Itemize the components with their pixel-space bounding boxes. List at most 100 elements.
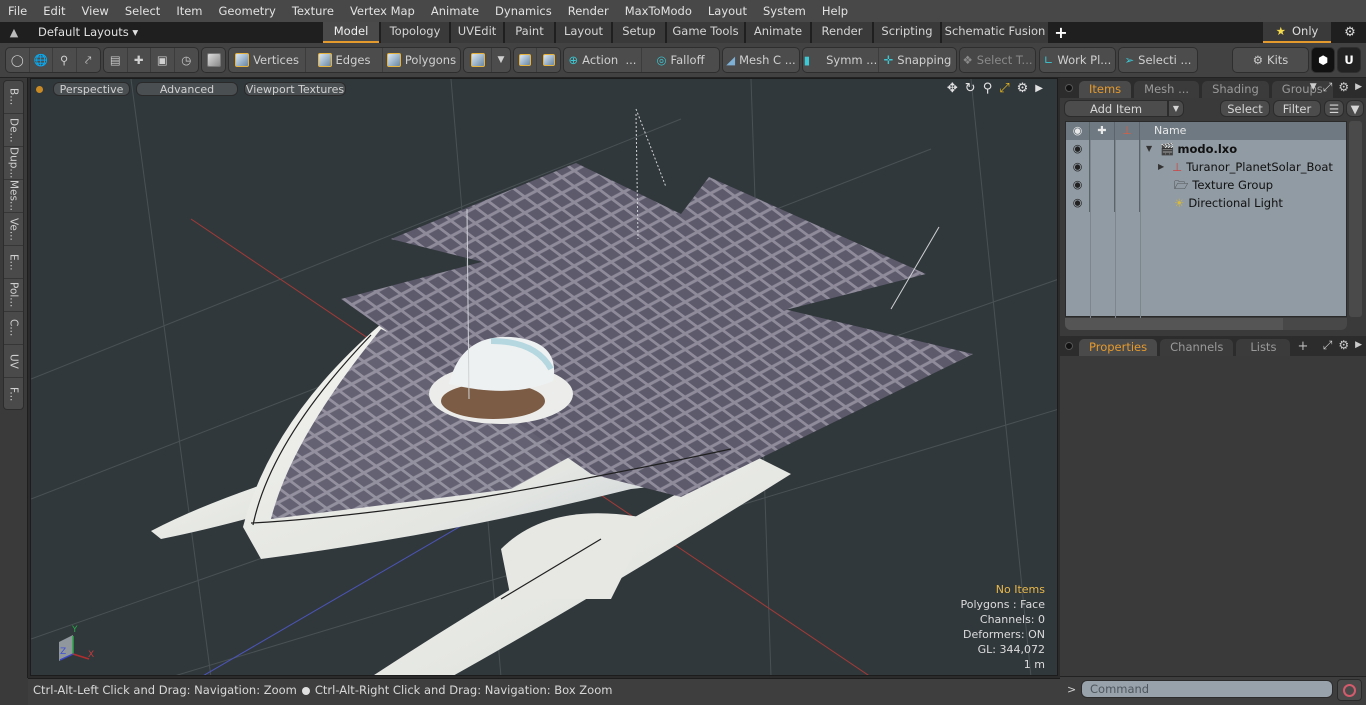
work-plane-button[interactable]: ∟ Work Pl... [1040,48,1115,72]
globe-tool-icon[interactable]: 🌐 [30,48,53,72]
panel-more-arrow-icon[interactable]: ▶ [1355,80,1362,95]
left-tab-deform[interactable]: De... [4,114,23,147]
kits-button[interactable]: ⚙ Kits [1233,48,1308,72]
viewport-scene[interactable] [31,79,1058,676]
tab-properties[interactable]: Properties [1079,339,1158,356]
tree-row-boat-mesh[interactable]: ◉ ▶ ⊥ Turanor_PlanetSolar_Boat [1066,158,1346,176]
panel-maximize-icon[interactable]: ⤢ [1323,338,1333,353]
menu-geometry[interactable]: Geometry [211,0,284,22]
visibility-eye-icon[interactable]: ◉ [1066,158,1090,176]
add-item-dropdown-chevron-icon[interactable]: ▼ [1168,100,1184,117]
panel-options-dot-icon[interactable] [1065,84,1073,92]
left-tab-edge[interactable]: E... [4,246,23,279]
snapping-button[interactable]: ✛ Snapping [879,48,956,72]
left-tab-vertex[interactable]: Ve... [4,213,23,246]
maximize-viewport-icon[interactable]: ⤢ [999,81,1009,97]
action-center-button[interactable]: ⊕ Action ... [564,48,642,72]
visibility-eye-icon[interactable]: ◉ [1066,194,1090,212]
menu-system[interactable]: System [755,0,814,22]
tab-items[interactable]: Items [1079,81,1132,98]
menu-file[interactable]: File [0,0,35,22]
left-tab-duplicate[interactable]: Dup... [4,147,23,180]
tree-row-modo-lxo[interactable]: ◉ ▼ 🎬 modo.lxo [1066,140,1346,158]
mesh-constraint-button[interactable]: ◢ Mesh C ... [723,48,799,72]
add-layout-tab-button[interactable]: + [1050,22,1072,43]
panel-gear-icon[interactable]: ⚙ [1338,338,1349,353]
unwrap-cross-icon[interactable]: ✚ [128,48,151,72]
tab-game-tools[interactable]: Game Tools [667,22,744,43]
menu-animate[interactable]: Animate [423,0,487,22]
menu-maxtomodo[interactable]: MaxToModo [617,0,700,22]
visibility-eye-icon[interactable]: ◉ [1066,140,1090,158]
ref-column-axes-icon[interactable]: ⊥ [1115,122,1140,140]
box-circle-icon[interactable]: ▣ [151,48,175,72]
symmetry-button[interactable]: ▮ Symm ... [803,48,879,72]
menu-select[interactable]: Select [117,0,168,22]
filter-button[interactable]: Filter [1273,100,1321,117]
tree-row-texture-group[interactable]: ◉ 🗁 Texture Group [1066,176,1346,194]
rotate-view-icon[interactable]: ↻ [965,81,976,97]
selection-sets-button[interactable]: ➢ Selecti ... [1119,48,1197,72]
panel-gear-icon[interactable]: ⚙ [1338,80,1349,95]
unreal-button[interactable]: U [1337,47,1361,73]
layout-settings-gear-icon[interactable]: ⚙ [1339,22,1361,43]
shading-mode-button[interactable]: Advanced [136,82,238,96]
tab-model[interactable]: Model [323,22,379,43]
tab-topology[interactable]: Topology [381,22,449,43]
panel-options-dot-icon[interactable] [1065,342,1073,350]
mode-dropdown-chevron-icon[interactable]: ▼ [492,48,510,72]
pen-tool-icon[interactable]: ⚲ [53,48,77,72]
funnel-filter-icon[interactable]: ▼ [1346,100,1364,117]
viewport-options-dot-icon[interactable] [36,85,43,93]
name-column-header[interactable]: Name [1140,122,1186,140]
dial-tool-icon[interactable]: ◷ [175,48,198,72]
sphere-tool-icon[interactable]: ◯ [6,48,30,72]
items-horizontal-scrollbar[interactable] [1065,318,1347,330]
left-tab-fusion[interactable]: F... [4,378,23,411]
viewport-settings-gear-icon[interactable]: ⚙ [1017,81,1029,97]
viewport-textures-button[interactable]: Viewport Textures [244,82,346,96]
panel-maximize-icon[interactable]: ⤢ [1323,80,1333,95]
item-mode-cube-icon[interactable] [202,48,225,72]
tab-scripting[interactable]: Scripting [874,22,940,43]
command-input[interactable] [1081,680,1333,698]
left-tab-mesh-edit[interactable]: Mes... [4,180,23,213]
visibility-column-eye-icon[interactable]: ◉ [1066,122,1090,140]
items-vertical-scrollbar[interactable] [1349,121,1362,317]
default-layouts-dropdown[interactable]: Default Layouts ▾ [28,22,323,43]
panel-more-arrow-icon[interactable]: ▶ [1355,338,1362,353]
tab-uvedit[interactable]: UVEdit [451,22,503,43]
visibility-eye-icon[interactable]: ◉ [1066,176,1090,194]
menu-vertex-map[interactable]: Vertex Map [342,0,423,22]
tab-mesh[interactable]: Mesh ... [1134,81,1200,98]
tab-render[interactable]: Render [812,22,872,43]
pivot-cube-icon[interactable] [537,48,560,72]
menu-edit[interactable]: Edit [35,0,73,22]
menu-layout[interactable]: Layout [700,0,755,22]
expand-triangle-icon[interactable]: ▼ [1146,140,1152,158]
tabs-dropdown-chevron-icon[interactable]: ▼ [1310,80,1317,95]
left-tab-basic[interactable]: B... [4,81,23,114]
left-tab-uv[interactable]: UV [4,345,23,378]
left-tab-polygon[interactable]: Pol... [4,279,23,312]
align-tool-icon[interactable]: ▤ [104,48,128,72]
menu-view[interactable]: View [74,0,117,22]
menu-item[interactable]: Item [168,0,210,22]
tab-setup[interactable]: Setup [613,22,665,43]
menu-dynamics[interactable]: Dynamics [487,0,560,22]
tab-animate[interactable]: Animate [746,22,810,43]
tab-schematic-fusion[interactable]: Schematic Fusion [942,22,1048,43]
tab-paint[interactable]: Paint [505,22,554,43]
collapse-toolbar-icon[interactable]: ▲ [0,22,28,43]
expand-triangle-icon[interactable]: ▶ [1158,158,1164,176]
edges-mode-button[interactable]: Edges [306,48,383,72]
lock-column-icon[interactable]: ✚ [1090,122,1115,140]
action-center-cube-icon[interactable] [514,48,538,72]
tab-shading[interactable]: Shading [1202,81,1269,98]
select-through-button[interactable]: ❖ Select T... [960,48,1035,72]
tab-lists[interactable]: Lists [1236,339,1291,356]
only-toggle-button[interactable]: ★ Only [1263,22,1331,43]
record-macro-button[interactable] [1337,679,1362,701]
menu-render[interactable]: Render [560,0,617,22]
tab-channels[interactable]: Channels [1160,339,1234,356]
